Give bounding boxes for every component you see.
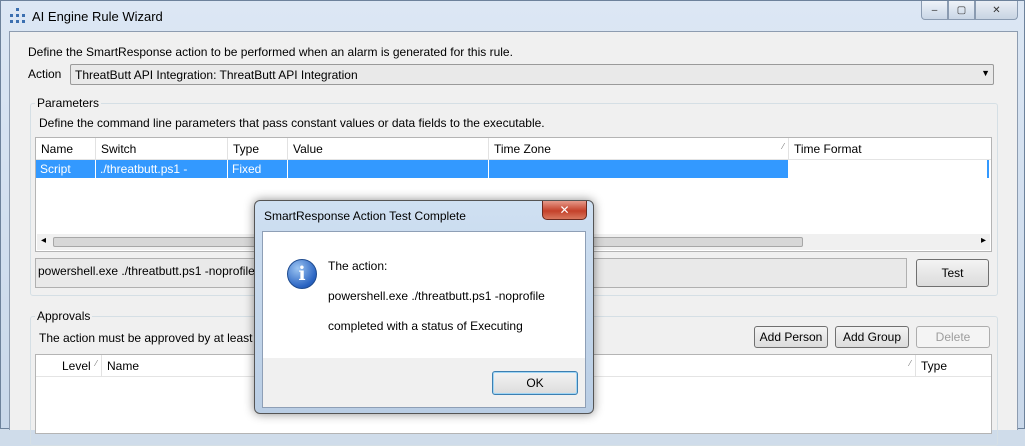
parameters-description: Define the command line parameters that … (39, 116, 545, 130)
sort-icon: ⁄ (782, 142, 784, 151)
cell-type: Fixed (228, 160, 288, 178)
dialog-title: SmartResponse Action Test Complete (264, 209, 466, 223)
window-title: AI Engine Rule Wizard (32, 9, 163, 24)
page-description: Define the SmartResponse action to be pe… (28, 45, 513, 59)
table-row[interactable]: Script ./threatbutt.ps1 -noprofile Fixed (36, 160, 789, 190)
dialog-line-2: powershell.exe ./threatbutt.ps1 -noprofi… (328, 289, 545, 303)
approvals-label: Approvals (35, 309, 93, 323)
column-header-level[interactable]: Level ⁄ (36, 355, 102, 377)
info-icon: i (287, 259, 317, 289)
command-line-text: powershell.exe ./threatbutt.ps1 -noprofi… (38, 264, 255, 278)
column-header-time-format[interactable]: Time Format (789, 138, 989, 160)
action-label: Action (28, 67, 62, 81)
cell-time-zone[interactable] (489, 160, 789, 178)
column-header-name[interactable]: Name (36, 138, 96, 160)
column-header-level-label: Level (62, 359, 91, 373)
column-header-time-zone[interactable]: Time Zone ⁄ (489, 138, 789, 160)
dialog-line-3: completed with a status of Executing (328, 319, 523, 333)
close-button[interactable]: ✕ (975, 1, 1018, 20)
parameters-grid-header: Name Switch Type Value Time Zone ⁄ Time … (36, 138, 991, 160)
app-grid-icon (10, 8, 26, 24)
cell-value[interactable] (288, 160, 489, 178)
ok-button[interactable]: OK (492, 371, 578, 395)
chevron-down-icon: ▼ (981, 68, 990, 78)
column-header-type[interactable]: Type (228, 138, 288, 160)
title-bar[interactable]: AI Engine Rule Wizard – ▢ ✕ (1, 1, 1024, 31)
approvals-description: The action must be approved by at least … (39, 331, 286, 345)
add-group-button[interactable]: Add Group (835, 326, 909, 348)
delete-button[interactable]: Delete (916, 326, 990, 348)
parameters-label: Parameters (35, 96, 102, 110)
add-person-button[interactable]: Add Person (754, 326, 828, 348)
scroll-right-icon[interactable]: ▸ (981, 235, 986, 246)
dialog-message-area: i The action: powershell.exe ./threatbut… (263, 232, 585, 358)
column-header-value[interactable]: Value (288, 138, 489, 160)
dialog-close-button[interactable]: ✕ (542, 201, 587, 220)
column-header-switch[interactable]: Switch (96, 138, 228, 160)
minimize-button[interactable]: – (921, 1, 948, 20)
sort-icon: ⁄ (909, 359, 911, 368)
action-select[interactable]: ThreatButt API Integration: ThreatButt A… (70, 64, 994, 85)
sort-icon: ⁄ (95, 359, 97, 368)
cell-time-format[interactable] (789, 160, 989, 178)
maximize-button[interactable]: ▢ (948, 1, 975, 20)
column-header-name-label: Name (107, 359, 140, 373)
test-button[interactable]: Test (916, 259, 989, 287)
dialog-body: i The action: powershell.exe ./threatbut… (262, 231, 586, 408)
cell-switch: ./threatbutt.ps1 -noprofile (96, 160, 228, 190)
column-header-type[interactable]: Type (916, 355, 989, 377)
cell-name: Script (36, 160, 96, 178)
dialog-line-1: The action: (328, 259, 388, 273)
column-header-time-zone-label: Time Zone (494, 142, 551, 156)
test-complete-dialog: SmartResponse Action Test Complete ✕ i T… (254, 200, 594, 414)
action-selected-value: ThreatButt API Integration: ThreatButt A… (75, 68, 358, 82)
scroll-left-icon[interactable]: ◂ (41, 235, 46, 246)
